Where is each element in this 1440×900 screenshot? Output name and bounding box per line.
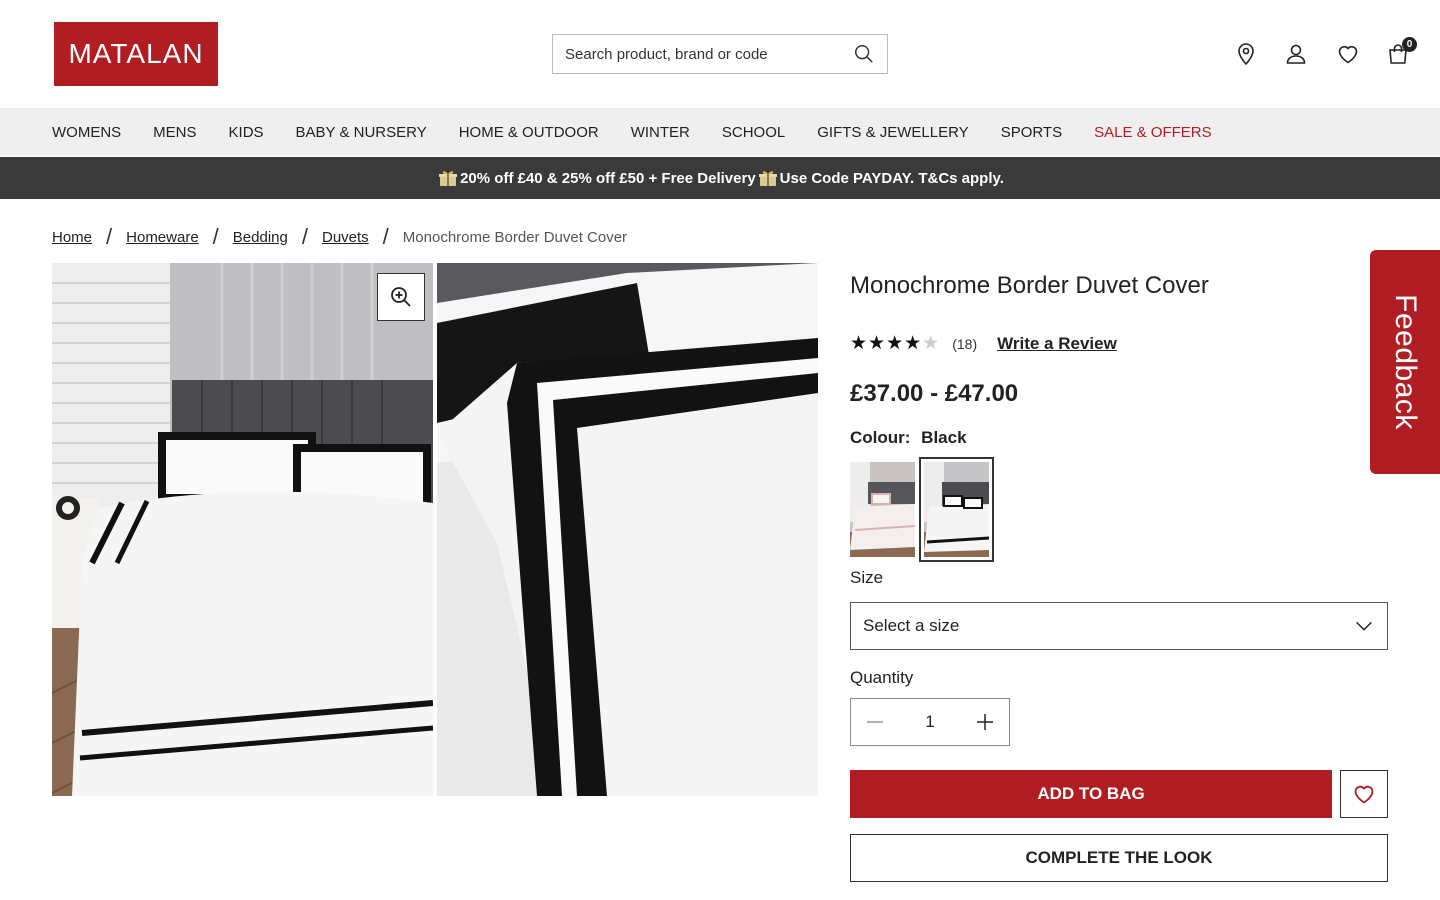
breadcrumb-separator: / bbox=[301, 224, 308, 249]
feedback-label: Feedback bbox=[1389, 294, 1422, 430]
nav-item-sale-offers[interactable]: SALE & OFFERS bbox=[1094, 124, 1212, 141]
quantity-increase-button[interactable] bbox=[961, 699, 1009, 745]
quantity-value[interactable]: 1 bbox=[899, 699, 961, 745]
nav-item-winter[interactable]: WINTER bbox=[631, 124, 690, 141]
search-icon[interactable] bbox=[853, 43, 875, 65]
zoom-in-icon bbox=[391, 287, 411, 307]
nav-item-gifts-jewellery[interactable]: GIFTS & JEWELLERY bbox=[817, 124, 968, 141]
breadcrumb-home[interactable]: Home bbox=[52, 229, 92, 246]
product-title: Monochrome Border Duvet Cover bbox=[850, 272, 1209, 299]
product-rating: ★ ★ ★ ★ ★ (18) Write a Review bbox=[850, 334, 1117, 354]
search-box[interactable]: Search product, brand or code bbox=[552, 34, 888, 74]
gift-icon bbox=[438, 169, 458, 187]
zoom-button[interactable] bbox=[377, 273, 425, 321]
bag-count-badge: 0 bbox=[1402, 37, 1417, 52]
wishlist-button[interactable] bbox=[1340, 770, 1388, 818]
star-icon: ★ bbox=[850, 333, 868, 354]
colour-value: Black bbox=[921, 428, 967, 447]
breadcrumb: Home / Homeware / Bedding / Duvets / Mon… bbox=[52, 224, 627, 250]
minus-icon bbox=[867, 721, 883, 723]
feedback-tab[interactable]: Feedback bbox=[1370, 250, 1440, 474]
breadcrumb-bedding[interactable]: Bedding bbox=[233, 229, 288, 246]
quantity-stepper: 1 bbox=[850, 698, 1010, 746]
breadcrumb-current: Monochrome Border Duvet Cover bbox=[402, 228, 628, 246]
colour-label: Colour: bbox=[850, 428, 911, 447]
star-icon: ★ bbox=[904, 333, 922, 354]
nav-item-mens[interactable]: MENS bbox=[153, 124, 196, 141]
main-nav: WOMENS MENS KIDS BABY & NURSERY HOME & O… bbox=[0, 108, 1440, 156]
nav-item-home-outdoor[interactable]: HOME & OUTDOOR bbox=[459, 124, 599, 141]
product-image-bedroom[interactable] bbox=[52, 263, 433, 796]
quantity-decrease-button[interactable] bbox=[851, 699, 899, 745]
colour-swatch-black[interactable] bbox=[919, 457, 994, 562]
review-count[interactable]: (18) bbox=[952, 336, 977, 352]
plus-icon bbox=[977, 714, 993, 730]
bag-icon[interactable]: 0 bbox=[1385, 37, 1417, 67]
breadcrumb-homeware[interactable]: Homeware bbox=[126, 229, 199, 246]
size-dropdown[interactable]: Select a size bbox=[850, 602, 1388, 650]
site-header: MATALAN Search product, brand or code 0 bbox=[0, 0, 1440, 108]
matalan-logo[interactable]: MATALAN bbox=[54, 22, 218, 86]
complete-the-look-button[interactable]: COMPLETE THE LOOK bbox=[850, 834, 1388, 882]
nav-item-sports[interactable]: SPORTS bbox=[1001, 124, 1062, 141]
nav-item-school[interactable]: SCHOOL bbox=[722, 124, 785, 141]
account-icon[interactable] bbox=[1283, 41, 1309, 67]
star-icon: ★ bbox=[922, 333, 940, 354]
breadcrumb-separator: / bbox=[382, 224, 389, 249]
promo-banner[interactable]: 20% off £40 & 25% off £50 + Free Deliver… bbox=[0, 157, 1440, 199]
colour-swatch-pink[interactable] bbox=[850, 462, 915, 557]
chevron-down-icon bbox=[1356, 621, 1372, 631]
nav-item-baby-nursery[interactable]: BABY & NURSERY bbox=[296, 124, 427, 141]
nav-item-womens[interactable]: WOMENS bbox=[52, 124, 121, 141]
search-input[interactable]: Search product, brand or code bbox=[565, 46, 853, 63]
product-price: £37.00 - £47.00 bbox=[850, 380, 1019, 407]
quantity-label: Quantity bbox=[850, 668, 914, 687]
promo-text-code: Use Code PAYDAY. T&Cs apply. bbox=[779, 169, 1004, 187]
star-icon: ★ bbox=[886, 333, 904, 354]
size-label: Size bbox=[850, 568, 884, 587]
write-review-link[interactable]: Write a Review bbox=[997, 334, 1117, 354]
breadcrumb-separator: / bbox=[212, 224, 219, 249]
swatch-black-image bbox=[924, 462, 989, 557]
heart-icon bbox=[1354, 785, 1374, 804]
breadcrumb-separator: / bbox=[106, 224, 113, 249]
colour-selector-label: Colour: Black bbox=[850, 428, 973, 448]
promo-text-offer: 20% off £40 & 25% off £50 + Free Deliver… bbox=[460, 169, 756, 187]
location-pin-icon[interactable] bbox=[1233, 41, 1259, 67]
star-rating: ★ ★ ★ ★ ★ bbox=[850, 334, 940, 354]
heart-icon[interactable] bbox=[1335, 41, 1361, 67]
gift-icon bbox=[758, 169, 778, 187]
size-dropdown-value: Select a size bbox=[863, 616, 960, 635]
add-to-bag-button[interactable]: ADD TO BAG bbox=[850, 770, 1332, 818]
star-icon: ★ bbox=[868, 333, 886, 354]
product-image-closeup[interactable] bbox=[437, 263, 818, 796]
nav-item-kids[interactable]: KIDS bbox=[229, 124, 264, 141]
breadcrumb-duvets[interactable]: Duvets bbox=[322, 229, 369, 246]
